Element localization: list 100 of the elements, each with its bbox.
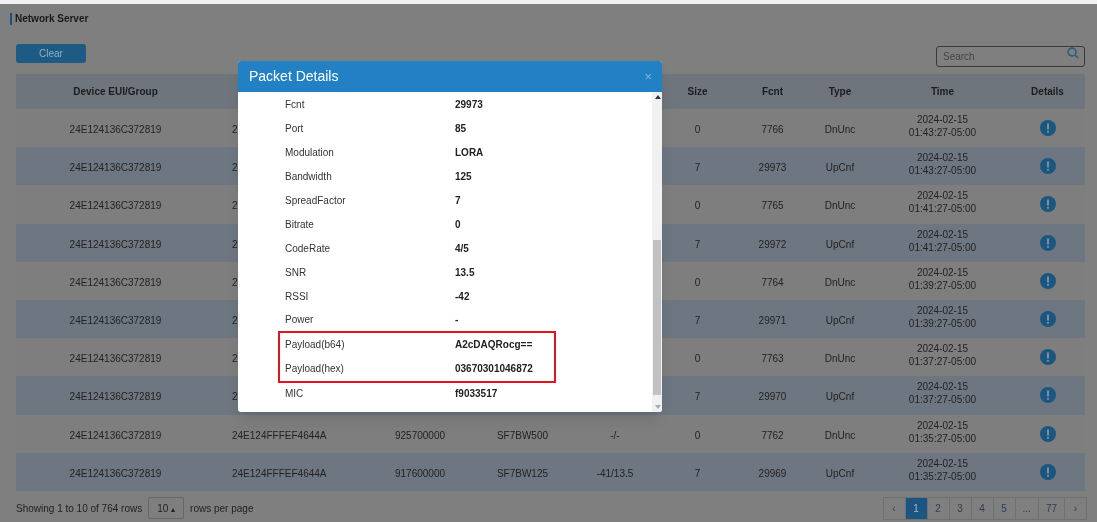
field-value: 29973 bbox=[455, 98, 483, 113]
table-cell: 24E124136C372819 bbox=[69, 200, 162, 212]
info-icon[interactable] bbox=[1039, 463, 1056, 480]
close-button[interactable]: × bbox=[644, 70, 652, 83]
table-cell: 2 bbox=[232, 124, 238, 136]
field-label: Payload(b64) bbox=[285, 338, 346, 353]
table-cell: 7 bbox=[694, 162, 701, 174]
table-cell: DnUnc bbox=[824, 429, 856, 441]
table-cell: UpCnf bbox=[825, 238, 855, 250]
info-icon[interactable] bbox=[1039, 425, 1056, 442]
time-cell: 2024-02-15 01:41:27-05:00 bbox=[908, 227, 977, 254]
page-button[interactable]: 77 bbox=[1037, 496, 1065, 520]
scrollbar[interactable] bbox=[652, 92, 662, 412]
time-cell: 2024-02-15 01:37:27-05:00 bbox=[908, 342, 977, 369]
table-cell: UpCnf bbox=[825, 391, 855, 403]
table-cell: 917600000 bbox=[394, 467, 446, 479]
info-icon[interactable] bbox=[1039, 158, 1056, 175]
time-cell: 2024-02-15 01:39:27-05:00 bbox=[908, 304, 977, 331]
table-cell: UpCnf bbox=[825, 467, 855, 479]
field-label: SpreadFactor bbox=[285, 194, 347, 208]
time-cell: 2024-02-15 01:35:27-05:00 bbox=[908, 456, 977, 483]
table-cell: 24E124136C372819 bbox=[69, 315, 162, 327]
table-cell: 29970 bbox=[758, 391, 787, 403]
column-header[interactable]: Details bbox=[1010, 84, 1085, 99]
field-value: 125 bbox=[455, 170, 472, 185]
field-label: RSSI bbox=[285, 289, 310, 304]
table-cell: DnUnc bbox=[824, 276, 856, 288]
table-cell: 2 bbox=[232, 276, 238, 288]
field-label: MIC bbox=[285, 387, 305, 402]
table-cell: 29969 bbox=[758, 467, 787, 479]
time-cell: 2024-02-15 01:35:27-05:00 bbox=[908, 418, 977, 445]
page-button[interactable]: 1 bbox=[904, 496, 928, 520]
field-label: Modulation bbox=[285, 146, 335, 161]
clear-button[interactable]: Clear bbox=[16, 44, 86, 63]
search-icon bbox=[1067, 47, 1079, 59]
table-cell: 24E124136C372819 bbox=[69, 353, 162, 365]
table-cell: DnUnc bbox=[824, 124, 856, 136]
field-value: -42 bbox=[455, 289, 470, 304]
table-cell: 0 bbox=[694, 353, 701, 365]
field-label: SNR bbox=[285, 265, 308, 280]
field-value: - bbox=[455, 313, 459, 328]
table-cell: -/- bbox=[610, 429, 620, 441]
table-cell: 24E124136C372819 bbox=[69, 162, 162, 174]
page-button[interactable]: ... bbox=[1014, 496, 1039, 520]
table-cell: UpCnf bbox=[825, 162, 855, 174]
field-label: Power bbox=[285, 313, 315, 328]
field-value: 4/5 bbox=[455, 241, 469, 256]
column-header[interactable]: Time bbox=[875, 84, 1010, 99]
time-cell: 2024-02-15 01:43:27-05:00 bbox=[908, 113, 977, 140]
table-cell: 925700000 bbox=[394, 429, 446, 441]
table-cell: SF7BW500 bbox=[496, 429, 549, 441]
table-cell: 7766 bbox=[761, 124, 784, 136]
table-cell: 2 bbox=[232, 315, 238, 327]
column-header[interactable]: Fcnt bbox=[740, 84, 805, 99]
table-cell: DnUnc bbox=[824, 200, 856, 212]
field-label: Fcnt bbox=[285, 98, 306, 113]
info-icon[interactable] bbox=[1039, 272, 1056, 289]
table-cell: 0 bbox=[694, 200, 701, 212]
column-header[interactable]: Device EUI/Group bbox=[16, 84, 215, 99]
table-cell: 2 bbox=[232, 200, 238, 212]
info-icon[interactable] bbox=[1039, 234, 1056, 251]
page-size-dropdown[interactable]: 10 ▴ bbox=[148, 497, 185, 520]
info-icon[interactable] bbox=[1039, 196, 1056, 213]
rows-summary: Showing 1 to 10 of 764 rows bbox=[16, 501, 143, 516]
column-header[interactable]: Type bbox=[805, 84, 875, 99]
table-cell: UpCnf bbox=[825, 315, 855, 327]
page-button[interactable]: ‹ bbox=[882, 496, 906, 520]
search-field[interactable]: Search bbox=[936, 46, 1085, 67]
time-cell: 2024-02-15 01:43:27-05:00 bbox=[908, 151, 977, 178]
table-cell: 2 bbox=[232, 391, 238, 403]
page-button[interactable]: 5 bbox=[992, 496, 1016, 520]
table-cell: 7763 bbox=[761, 353, 784, 365]
table-cell: 24E124136C372819 bbox=[69, 124, 162, 136]
table-cell: 24E124FFFEF4644A bbox=[232, 467, 327, 479]
table-cell: 24E124136C372819 bbox=[69, 429, 162, 441]
table-cell: 7764 bbox=[761, 276, 784, 288]
table-cell: 0 bbox=[694, 276, 701, 288]
time-cell: 2024-02-15 01:37:27-05:00 bbox=[908, 380, 977, 407]
table-cell: 2 bbox=[232, 238, 238, 250]
table-cell: 24E124FFFEF4644A bbox=[232, 429, 327, 441]
page-button[interactable]: 4 bbox=[970, 496, 994, 520]
field-label: Bitrate bbox=[285, 217, 315, 232]
info-icon[interactable] bbox=[1039, 349, 1056, 366]
field-label: Payload(hex) bbox=[285, 362, 345, 377]
page-button[interactable]: 3 bbox=[948, 496, 972, 520]
field-value: 13.5 bbox=[455, 265, 475, 280]
table-cell: 2 bbox=[232, 353, 238, 365]
info-icon[interactable] bbox=[1039, 387, 1056, 404]
page-button[interactable]: › bbox=[1064, 496, 1087, 520]
table-cell: DnUnc bbox=[824, 353, 856, 365]
field-label: Bandwidth bbox=[285, 170, 333, 185]
page-button[interactable]: 2 bbox=[926, 496, 950, 520]
field-value: 03670301046872 bbox=[455, 362, 533, 377]
info-icon[interactable] bbox=[1039, 120, 1056, 137]
table-cell: 7 bbox=[694, 467, 701, 479]
info-icon[interactable] bbox=[1039, 311, 1056, 328]
field-value: f9033517 bbox=[455, 387, 498, 402]
table-cell: 0 bbox=[694, 124, 701, 136]
field-value: 7 bbox=[455, 194, 461, 208]
table-cell: 7 bbox=[694, 315, 701, 327]
